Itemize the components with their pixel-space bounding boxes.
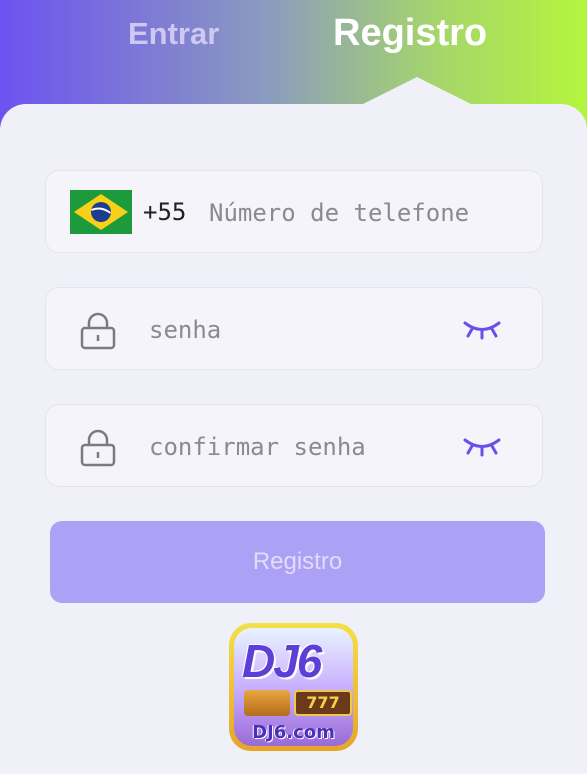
password-field xyxy=(45,287,543,370)
tab-register[interactable]: Registro xyxy=(333,12,487,55)
eye-closed-icon[interactable] xyxy=(463,318,501,340)
slot-machine-icon: 777 xyxy=(294,690,352,716)
phone-field: +55 xyxy=(45,170,543,253)
active-tab-indicator xyxy=(361,77,473,105)
phone-input[interactable] xyxy=(209,195,529,231)
password-input[interactable] xyxy=(149,312,449,348)
logo-brand-text: DJ6 xyxy=(242,635,322,687)
lock-icon xyxy=(80,429,116,467)
logo-url-text: DJ6.com xyxy=(252,722,335,743)
brazil-flag-icon[interactable] xyxy=(70,190,132,234)
register-button[interactable]: Registro xyxy=(50,521,545,603)
logo-background: DJ6 777 DJ6.com xyxy=(234,628,353,746)
country-code: +55 xyxy=(143,198,187,226)
confirm-password-field xyxy=(45,404,543,487)
dj6-logo: DJ6 777 DJ6.com xyxy=(229,623,358,751)
treasure-chest-icon xyxy=(244,690,290,716)
tab-login[interactable]: Entrar xyxy=(128,16,219,52)
lock-icon xyxy=(80,312,116,350)
confirm-password-input[interactable] xyxy=(149,429,449,465)
eye-closed-icon[interactable] xyxy=(463,435,501,457)
